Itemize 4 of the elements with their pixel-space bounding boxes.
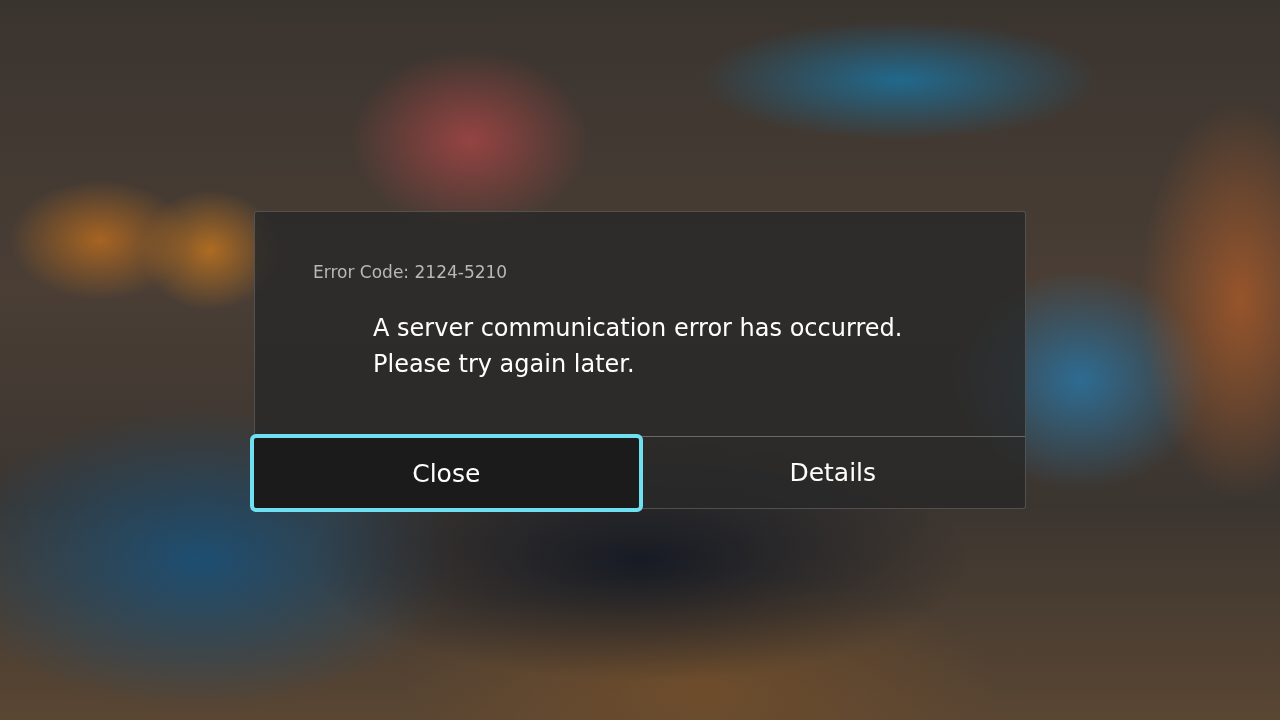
error-code: Error Code: 2124-5210: [313, 262, 508, 282]
dialog-button[interactable]: Close: [250, 434, 643, 512]
error-message: A server communication error has occurred. Please try again later.: [373, 313, 903, 380]
dialog-button[interactable]: Details: [640, 437, 1025, 508]
